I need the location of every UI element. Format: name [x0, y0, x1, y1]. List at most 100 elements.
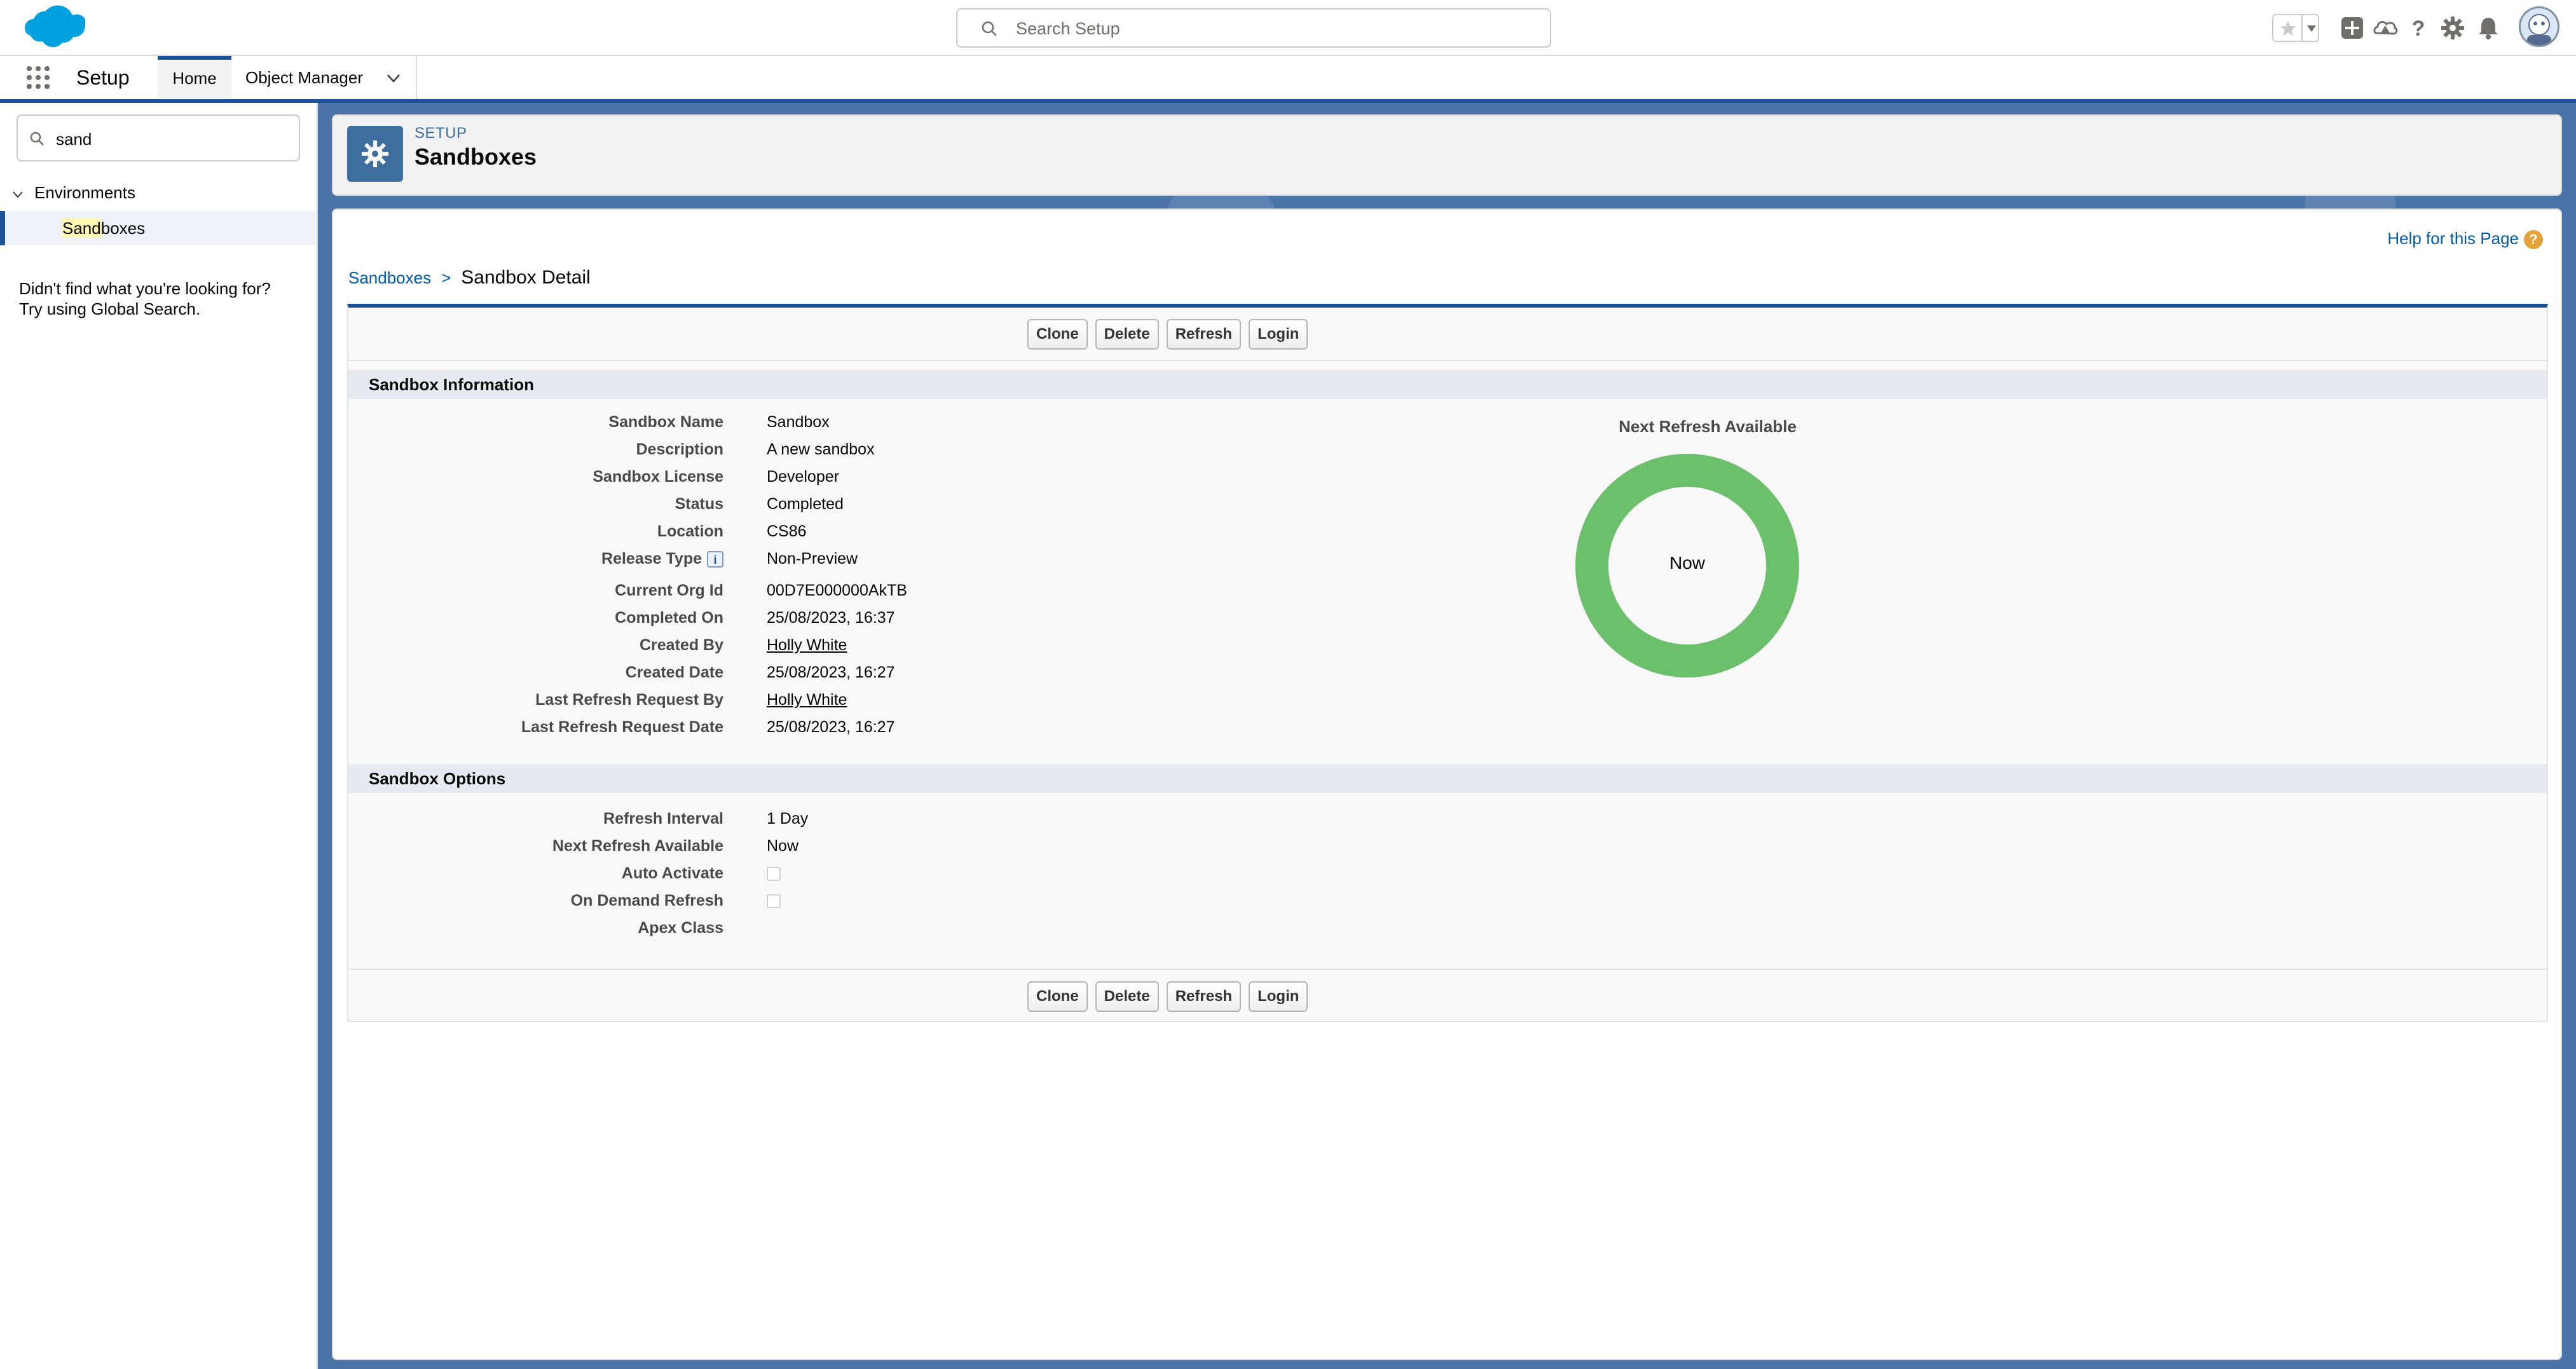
field-value: 25/08/2023, 16:27: [767, 718, 895, 736]
field-label: Description: [636, 440, 723, 458]
sandbox-options-fields: Refresh Interval 1 Day Next Refresh Avail…: [348, 806, 1556, 943]
field-value: Holly White: [767, 636, 847, 655]
field-row: Current Org Id 00D7E000000AkTB: [348, 578, 1556, 605]
quick-find-input[interactable]: [55, 126, 286, 153]
field-label: Sandbox License: [593, 468, 723, 486]
page-title: Sandboxes: [414, 144, 537, 170]
tree-item-label-rest: boxes: [100, 219, 146, 238]
field-row: Description A new sandbox: [348, 437, 1556, 464]
tree-group-label: Environments: [34, 183, 135, 202]
field-label: Completed On: [615, 609, 723, 627]
field-row: Last Refresh Request By Holly White: [348, 687, 1556, 714]
field-value: Sandbox: [767, 413, 830, 431]
breadcrumb-separator: >: [441, 268, 451, 287]
field-row: On Demand Refresh: [348, 888, 1556, 915]
field-row: Next Refresh Available Now: [348, 833, 1556, 861]
field-value: Completed: [767, 495, 844, 513]
field-row: Release Type i Non-Preview: [348, 546, 1556, 578]
trailhead-icon[interactable]: [2371, 14, 2399, 42]
field-value: Holly White: [767, 691, 847, 709]
login-button[interactable]: Login: [1249, 981, 1308, 1012]
field-label: Last Refresh Request By: [535, 691, 723, 709]
login-button[interactable]: Login: [1249, 319, 1308, 350]
help-icon[interactable]: ?: [2524, 230, 2543, 250]
search-highlight: Sand: [62, 219, 101, 238]
quick-find[interactable]: [17, 114, 300, 161]
star-icon[interactable]: [2278, 19, 2298, 38]
clone-button[interactable]: Clone: [1027, 981, 1088, 1012]
on-demand-refresh-checkbox: [767, 894, 781, 909]
help-link-label: Help for this Page: [2387, 229, 2519, 248]
last-refresh-by-link[interactable]: Holly White: [767, 691, 847, 709]
field-value: CS86: [767, 522, 807, 540]
section-sandbox-options: Sandbox Options: [348, 764, 2547, 793]
donut-title: Next Refresh Available: [1619, 417, 1797, 436]
refresh-button[interactable]: Refresh: [1166, 319, 1242, 350]
field-label: Next Refresh Available: [552, 837, 723, 855]
field-label: On Demand Refresh: [570, 892, 723, 909]
astro-avatar-icon: [2527, 14, 2551, 45]
search-icon: [30, 132, 44, 146]
refresh-button[interactable]: Refresh: [1166, 981, 1242, 1012]
delete-button[interactable]: Delete: [1095, 981, 1159, 1012]
auto-activate-checkbox: [767, 867, 781, 882]
gear-icon[interactable]: [2439, 14, 2467, 42]
gear-icon: [362, 140, 388, 167]
search-icon: [982, 21, 997, 36]
field-value: Now: [767, 837, 799, 855]
global-search-input[interactable]: [1015, 15, 1538, 43]
field-value: [767, 864, 781, 883]
field-row: Completed On 25/08/2023, 16:37: [348, 605, 1556, 632]
field-label: Apex Class: [638, 919, 723, 937]
tab-object-manager[interactable]: Object Manager: [235, 56, 417, 99]
field-row: Sandbox License Developer: [348, 464, 1556, 491]
info-icon[interactable]: i: [707, 551, 723, 568]
page-eyebrow: SETUP: [414, 125, 467, 142]
help-icon[interactable]: ?: [2404, 14, 2432, 42]
field-row: Sandbox Name Sandbox: [348, 409, 1556, 437]
clone-button[interactable]: Clone: [1027, 319, 1088, 350]
tree-item-label: Sandboxes: [62, 219, 145, 238]
breadcrumb: Sandboxes > Sandbox Detail: [348, 267, 591, 289]
global-search[interactable]: [956, 8, 1551, 48]
chevron-down-icon[interactable]: [11, 188, 24, 201]
tab-home[interactable]: Home: [158, 56, 231, 99]
donut-center-label: Now: [1669, 553, 1705, 573]
field-row: Location CS86: [348, 519, 1556, 546]
field-label: Auto Activate: [621, 864, 723, 882]
tab-object-manager-label: Object Manager: [245, 68, 363, 87]
setup-gear-badge: [347, 126, 403, 182]
tree-item-sandboxes[interactable]: Sandboxes: [0, 211, 317, 245]
not-found-line1: Didn't find what you're looking for?: [19, 279, 271, 298]
global-header: ?: [0, 0, 2576, 56]
created-by-link[interactable]: Holly White: [767, 636, 847, 654]
field-row: Apex Class: [348, 915, 1556, 943]
user-avatar[interactable]: [2519, 6, 2559, 47]
salesforce-logo-icon[interactable]: [17, 4, 85, 52]
field-value: 25/08/2023, 16:27: [767, 664, 895, 681]
breadcrumb-sandboxes[interactable]: Sandboxes: [348, 268, 431, 287]
field-value: 1 Day: [767, 810, 809, 828]
favorites-group[interactable]: [2272, 14, 2319, 42]
delete-button[interactable]: Delete: [1095, 319, 1159, 350]
bell-icon[interactable]: [2474, 14, 2502, 42]
chevron-down-icon[interactable]: [385, 70, 402, 86]
field-label: Created Date: [625, 664, 723, 681]
caret-down-icon[interactable]: [2306, 24, 2317, 33]
favorites-divider: [2301, 15, 2303, 41]
content-card: Help for this Page? Sandboxes > Sandbox De…: [332, 208, 2562, 1360]
global-actions-icon[interactable]: [2338, 14, 2366, 42]
app-launcher-icon[interactable]: [25, 65, 51, 90]
setup-sidebar: Environments Sandboxes Didn't find what …: [0, 103, 318, 1369]
field-label: Refresh Interval: [603, 810, 723, 828]
field-label: Status: [675, 495, 723, 513]
page-header: SETUP Sandboxes: [332, 114, 2562, 196]
field-label: Release Type i: [278, 550, 723, 568]
tree-group-environments[interactable]: Environments: [0, 178, 317, 210]
help-for-page-link[interactable]: Help for this Page?: [2387, 229, 2543, 250]
field-value: Developer: [767, 468, 839, 486]
field-row: Created By Holly White: [348, 632, 1556, 660]
field-row: Auto Activate: [348, 861, 1556, 888]
field-value: A new sandbox: [767, 440, 875, 458]
field-row: Last Refresh Request Date 25/08/2023, 16:…: [348, 714, 1556, 742]
